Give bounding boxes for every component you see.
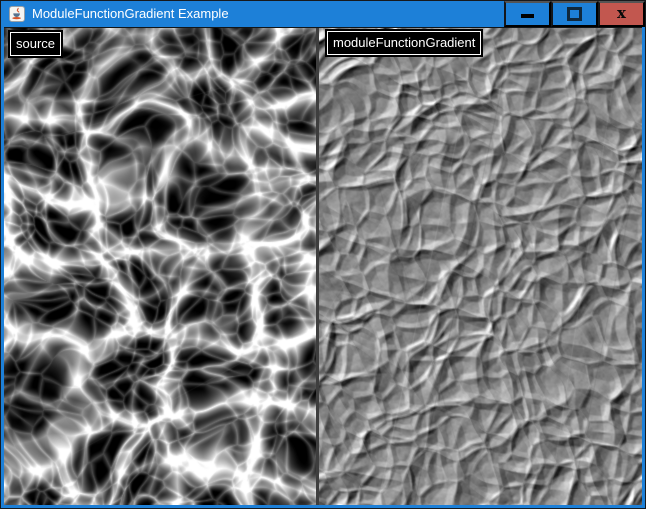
titlebar[interactable]: ModuleFunctionGradient Example x xyxy=(1,1,645,27)
source-image-panel: source xyxy=(4,28,316,505)
minimize-button[interactable] xyxy=(504,1,551,27)
minimize-icon xyxy=(521,14,534,18)
maximize-button[interactable] xyxy=(551,1,598,27)
java-coffee-cup-icon xyxy=(9,6,25,22)
gradient-label: moduleFunctionGradient xyxy=(327,31,481,55)
app-window: ModuleFunctionGradient Example x source … xyxy=(0,0,646,509)
close-button[interactable]: x xyxy=(598,1,645,27)
source-label: source xyxy=(10,32,61,56)
window-title: ModuleFunctionGradient Example xyxy=(32,1,504,27)
window-controls: x xyxy=(504,1,645,27)
gradient-image-panel: moduleFunctionGradient xyxy=(319,28,642,505)
maximize-icon xyxy=(567,7,582,21)
source-noise-image xyxy=(4,28,316,505)
module-function-gradient-image xyxy=(319,28,642,505)
close-icon: x xyxy=(617,6,626,21)
content-area: source moduleFunctionGradient xyxy=(4,27,642,505)
